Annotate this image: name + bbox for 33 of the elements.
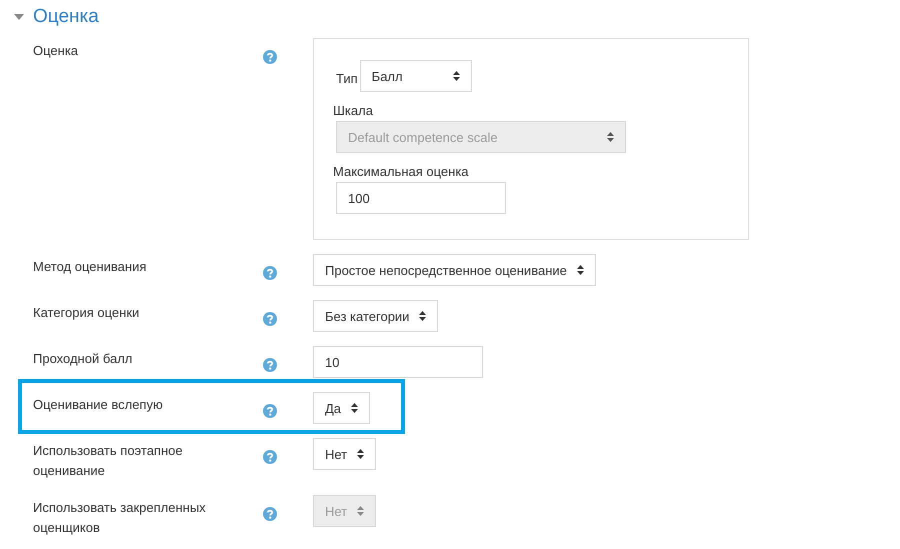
help-icon[interactable] (263, 358, 277, 372)
field-label: Использовать поэтапное оценивание (33, 443, 183, 478)
field-label: Оценка (33, 43, 78, 58)
scale-label: Шкала (333, 102, 374, 120)
field-label: Метод оценивания (33, 259, 146, 274)
select-field[interactable]: Да (313, 392, 370, 424)
select-field[interactable]: Без категории (313, 300, 438, 332)
help-icon[interactable] (263, 266, 277, 280)
help-icon[interactable] (263, 312, 277, 326)
input-field[interactable]: 10 (313, 346, 483, 378)
field-label: Оценивание вслепую (33, 397, 163, 412)
caret-icon (357, 449, 364, 459)
help-icon[interactable] (263, 404, 277, 418)
caret-icon (351, 403, 358, 413)
field-label: Категория оценки (33, 305, 140, 320)
max-grade-field[interactable]: 100 (336, 182, 506, 214)
type-select[interactable]: Балл (360, 60, 472, 92)
caret-icon (419, 311, 426, 321)
type-label: Тип (336, 71, 358, 88)
caret-icon (452, 71, 460, 81)
caret-icon (357, 506, 364, 516)
collapse-triangle-icon[interactable] (14, 14, 24, 20)
field-label: Использовать закрепленных оценщиков (33, 500, 206, 535)
caret-icon (607, 132, 614, 142)
help-icon[interactable] (263, 450, 277, 464)
help-icon[interactable] (263, 50, 277, 64)
select-field[interactable]: Нет (313, 438, 376, 470)
caret-icon (576, 265, 584, 275)
select-field[interactable]: Простое непосредственное оценивание (313, 254, 596, 286)
max-grade-label: Максимальная оценка (333, 163, 470, 181)
help-icon[interactable] (263, 507, 277, 521)
field-label: Проходной балл (33, 351, 132, 366)
section-title: Оценка (33, 6, 99, 28)
